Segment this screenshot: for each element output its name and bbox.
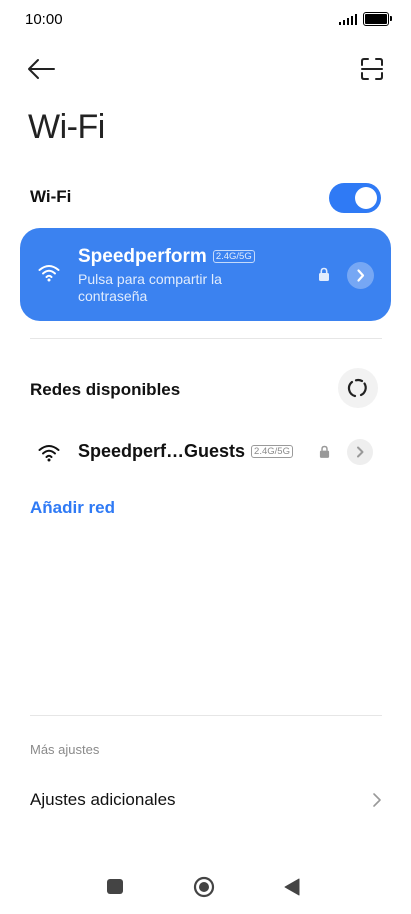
add-network-link[interactable]: Añadir red (30, 498, 115, 518)
arrow-left-icon (28, 59, 55, 79)
page-title: Wi-Fi (28, 108, 105, 146)
connected-network-name: Speedperform 2.4G/5G (78, 246, 255, 268)
additional-settings-item[interactable]: Ajustes adicionales (30, 780, 382, 820)
lock-icon (319, 445, 330, 458)
chevron-right-icon (357, 269, 365, 282)
wifi-toggle-switch[interactable] (329, 183, 381, 213)
chevron-right-icon (373, 793, 381, 807)
status-icons (338, 12, 392, 26)
home-button[interactable] (193, 876, 215, 898)
lock-icon (319, 267, 329, 281)
status-time: 10:00 (25, 11, 63, 28)
battery-icon (363, 12, 392, 26)
share-password-hint: Pulsa para compartir la contraseña (78, 271, 222, 304)
network-details-button[interactable] (347, 439, 373, 465)
band-badge: 2.4G/5G (212, 250, 255, 263)
triangle-back-icon (284, 878, 300, 896)
toggle-knob (355, 187, 377, 209)
network-details-button[interactable] (347, 262, 374, 289)
divider (30, 338, 382, 339)
available-networks-heading: Redes disponibles (30, 380, 181, 399)
band-badge: 2.4G/5G (251, 445, 293, 458)
connected-network-card[interactable]: Speedperform 2.4G/5G Pulsa para compartir… (20, 228, 391, 321)
wifi-icon (38, 445, 60, 462)
nav-back-button[interactable] (284, 878, 300, 896)
recents-button[interactable] (107, 879, 123, 894)
connected-network-name-text: Speedperform (78, 246, 207, 267)
divider (30, 715, 382, 716)
wifi-toggle-label: Wi-Fi (30, 187, 72, 206)
qr-scan-icon (361, 58, 383, 80)
scan-button[interactable] (359, 56, 385, 82)
circle-icon (193, 876, 215, 898)
wifi-icon (38, 265, 60, 282)
refresh-button[interactable] (338, 368, 378, 408)
network-name: Speedperf…Guests 2.4G/5G (78, 441, 293, 462)
more-settings-heading: Más ajustes (30, 742, 100, 757)
network-name-text: Speedperf…Guests (78, 441, 246, 461)
signal-icon (338, 13, 357, 25)
network-list-item[interactable]: Speedperf…Guests 2.4G/5G (30, 432, 382, 472)
additional-settings-label: Ajustes adicionales (30, 790, 176, 809)
back-button[interactable] (26, 56, 58, 82)
refresh-icon (347, 378, 367, 398)
chevron-right-icon (357, 446, 364, 458)
